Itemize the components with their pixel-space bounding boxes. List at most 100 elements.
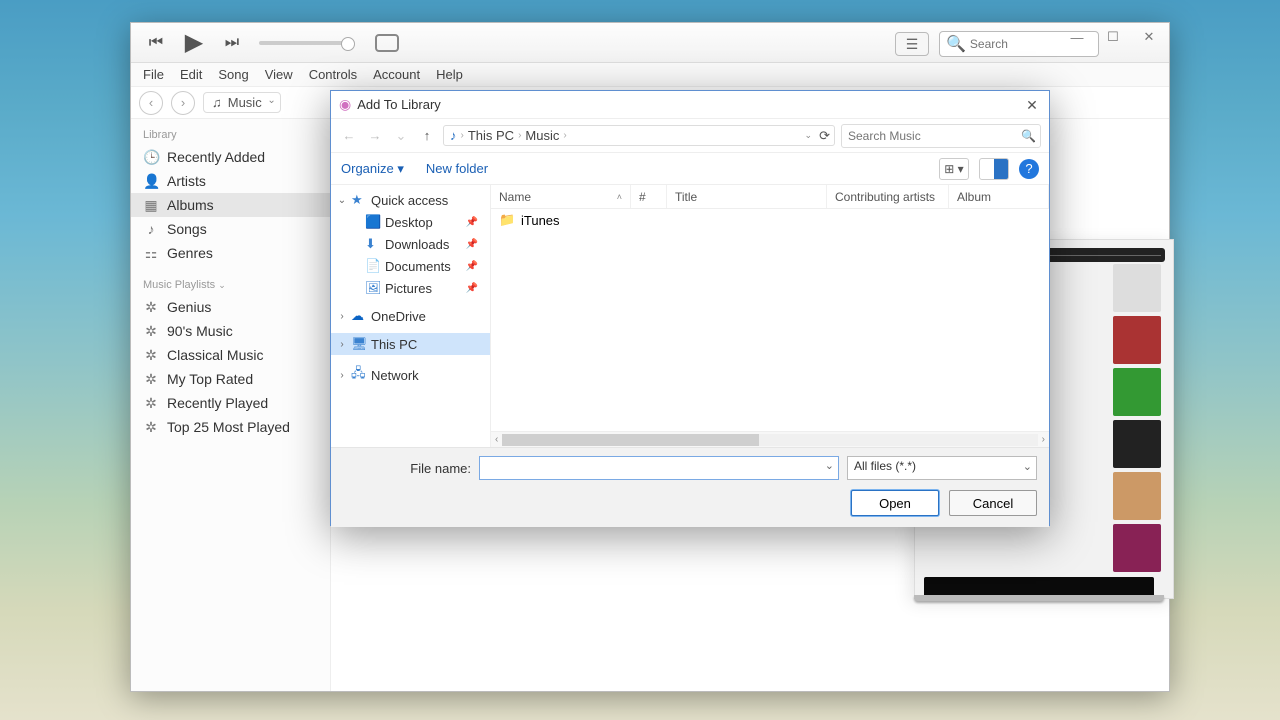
dialog-close-button[interactable]: ✕ — [1021, 94, 1043, 116]
column-contributing: Contributing artists — [827, 185, 949, 208]
dialog-back-button[interactable]: ← — [339, 128, 359, 143]
dialog-up-button[interactable]: ↑ — [417, 128, 437, 143]
sidebar-icon: ♪ — [143, 221, 159, 237]
playlist-icon: ✲ — [143, 323, 159, 339]
sidebar-item-genres[interactable]: ⚏Genres — [131, 241, 330, 265]
sidebar-item-recently-added[interactable]: 🕒Recently Added — [131, 145, 330, 169]
organize-menu[interactable]: Organize ▾ — [341, 161, 404, 177]
previous-track-button[interactable]: ⏮ — [145, 32, 167, 54]
airplay-button[interactable] — [375, 34, 399, 52]
cancel-button[interactable]: Cancel — [949, 490, 1037, 516]
playlist-icon: ✲ — [143, 347, 159, 363]
file-type-filter[interactable]: All files (*.*) — [847, 456, 1037, 480]
file-name-input[interactable] — [479, 456, 839, 480]
menu-controls[interactable]: Controls — [309, 67, 357, 82]
playlist-icon: ✲ — [143, 371, 159, 387]
breadcrumb-music[interactable]: Music — [525, 128, 559, 143]
file-row[interactable]: 📁iTunes — [491, 209, 1049, 231]
dialog-recent-button[interactable]: ⌄ — [391, 128, 411, 144]
media-type-dropdown[interactable]: ♫ Music — [203, 92, 281, 113]
volume-slider[interactable] — [259, 41, 349, 45]
pin-icon: 📌 — [466, 217, 484, 228]
tree-qa-downloads[interactable]: ⬇Downloads📌 — [331, 233, 490, 255]
breadcrumb-this-pc[interactable]: This PC — [468, 128, 514, 143]
tree-qa-pictures[interactable]: 🖼Pictures📌 — [331, 277, 490, 299]
dialog-bottom-panel: File name: All files (*.*) Open Cancel — [331, 447, 1049, 527]
play-button[interactable]: ▶ — [183, 32, 205, 54]
sidebar-item-albums[interactable]: ▦Albums — [131, 193, 330, 217]
file-list: Name˄ # Title Contributing artists Album… — [491, 185, 1049, 447]
playlist-item-top-25-most-played[interactable]: ✲Top 25 Most Played — [131, 415, 330, 439]
breadcrumb-bar[interactable]: ♪ › This PC › Music › ⌄ ⟳ — [443, 125, 835, 146]
sidebar-icon: ⚏ — [143, 245, 159, 261]
folder-icon: 📁 — [499, 212, 515, 228]
menu-help[interactable]: Help — [436, 67, 463, 82]
horizontal-scrollbar[interactable]: ‹› — [491, 431, 1049, 447]
sidebar-icon: 👤 — [143, 173, 159, 189]
dialog-titlebar: ◉ Add To Library ✕ — [331, 91, 1049, 119]
open-button[interactable]: Open — [851, 490, 939, 516]
sidebar-item-songs[interactable]: ♪Songs — [131, 217, 330, 241]
column-title: Title — [667, 185, 827, 208]
playlist-item-recently-played[interactable]: ✲Recently Played — [131, 391, 330, 415]
file-name-label: File name: — [343, 461, 471, 476]
dialog-search-input[interactable] — [848, 129, 1034, 143]
column-headers[interactable]: Name˄ # Title Contributing artists Album — [491, 185, 1049, 209]
menu-edit[interactable]: Edit — [180, 67, 202, 82]
promo-laptop-base — [904, 577, 1174, 611]
dialog-app-icon: ◉ — [339, 96, 351, 113]
dialog-search[interactable]: 🔍 — [841, 124, 1041, 148]
nav-forward-button[interactable]: › — [171, 91, 195, 115]
folder-tree: ⌄★ Quick access 🟦Desktop📌⬇Downloads📌📄Doc… — [331, 185, 491, 447]
tree-this-pc[interactable]: ›🖥 This PC — [331, 333, 490, 355]
menu-bar: File Edit Song View Controls Account Help — [131, 63, 1169, 87]
tree-qa-desktop[interactable]: 🟦Desktop📌 — [331, 211, 490, 233]
preview-pane-button[interactable] — [979, 158, 1009, 180]
add-to-library-dialog: ◉ Add To Library ✕ ← → ⌄ ↑ ♪ › This PC ›… — [330, 90, 1050, 526]
itunes-titlebar: ⏮ ▶ ⏭ ☰ 🔍 — ☐ ✕ — [131, 23, 1169, 63]
dialog-title: Add To Library — [357, 97, 441, 112]
nav-back-button[interactable]: ‹ — [139, 91, 163, 115]
tree-qa-documents[interactable]: 📄Documents📌 — [331, 255, 490, 277]
playlist-item-genius[interactable]: ✲Genius — [131, 295, 330, 319]
music-note-icon: ♫ — [212, 95, 222, 110]
dialog-forward-button[interactable]: → — [365, 128, 385, 143]
search-icon: 🔍 — [946, 34, 966, 54]
next-track-button[interactable]: ⏭ — [221, 32, 243, 54]
playlist-item-my-top-rated[interactable]: ✲My Top Rated — [131, 367, 330, 391]
new-folder-button[interactable]: New folder — [426, 161, 488, 176]
media-type-label: Music — [228, 95, 262, 110]
menu-view[interactable]: View — [265, 67, 293, 82]
search-icon: 🔍 — [1021, 129, 1036, 143]
close-window-button[interactable]: ✕ — [1131, 25, 1167, 49]
maximize-button[interactable]: ☐ — [1095, 25, 1131, 49]
sidebar-icon: 🕒 — [143, 149, 159, 165]
menu-song[interactable]: Song — [218, 67, 248, 82]
sidebar-icon: ▦ — [143, 197, 159, 213]
column-album: Album — [949, 185, 1049, 208]
playlist-icon: ✲ — [143, 395, 159, 411]
column-name: Name˄ — [491, 185, 631, 208]
pin-icon: 📌 — [466, 261, 484, 272]
minimize-button[interactable]: — — [1059, 25, 1095, 49]
sidebar: Library 🕒Recently Added👤Artists▦Albums♪S… — [131, 119, 331, 691]
tree-network[interactable]: ›🖧 Network — [331, 361, 490, 389]
music-folder-icon: ♪ — [450, 128, 457, 143]
tree-onedrive[interactable]: ›☁ OneDrive — [331, 305, 490, 327]
menu-account[interactable]: Account — [373, 67, 420, 82]
playlist-icon: ✲ — [143, 419, 159, 435]
refresh-button[interactable]: ⟳ — [819, 128, 830, 144]
view-options-button[interactable]: ⊞ ▾ — [939, 158, 969, 180]
playlist-item-classical-music[interactable]: ✲Classical Music — [131, 343, 330, 367]
tree-quick-access[interactable]: ⌄★ Quick access — [331, 189, 490, 211]
sidebar-item-artists[interactable]: 👤Artists — [131, 169, 330, 193]
help-button[interactable]: ? — [1019, 159, 1039, 179]
playlists-section-header: Music Playlists ⌄ — [131, 275, 330, 295]
menu-file[interactable]: File — [143, 67, 164, 82]
dialog-toolbar: Organize ▾ New folder ⊞ ▾ ? — [331, 153, 1049, 185]
pin-icon: 📌 — [466, 239, 484, 250]
list-view-button[interactable]: ☰ — [895, 32, 929, 56]
pin-icon: 📌 — [466, 283, 484, 294]
playlist-icon: ✲ — [143, 299, 159, 315]
playlist-item-90-s-music[interactable]: ✲90's Music — [131, 319, 330, 343]
